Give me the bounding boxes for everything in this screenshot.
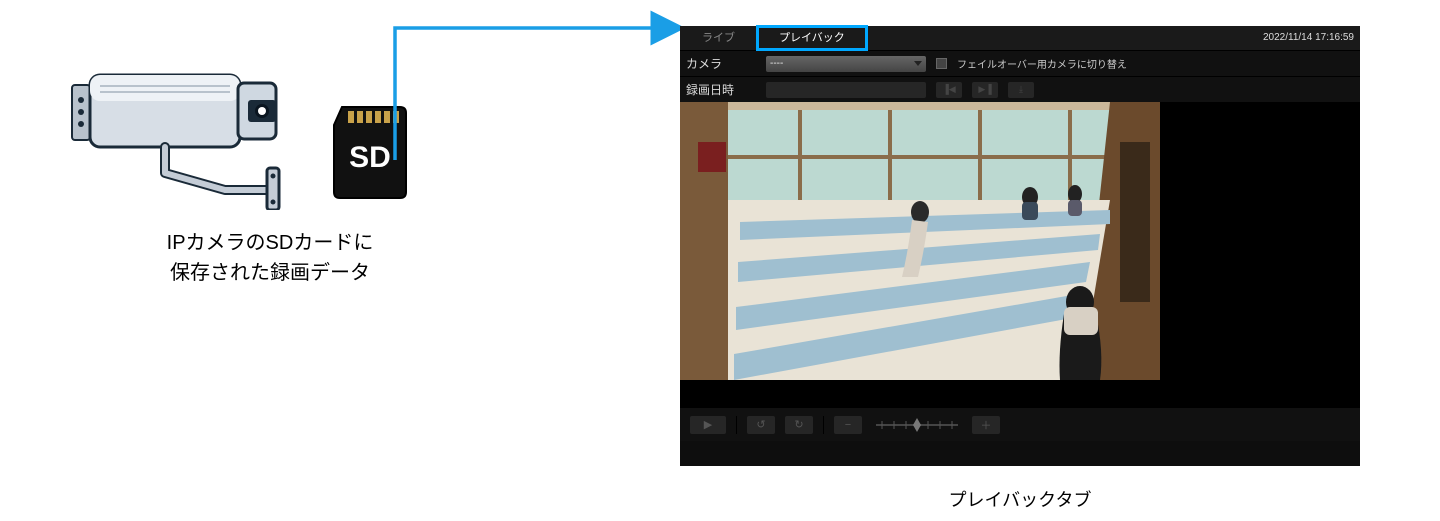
datetime-picker[interactable] (766, 82, 926, 98)
video-frame[interactable] (680, 102, 1160, 380)
panel-timestamp: 2022/11/14 17:16:59 (1263, 26, 1354, 50)
failover-label: フェイルオーバー用カメラに切り替え (957, 56, 1127, 71)
ip-camera-icon (70, 50, 300, 210)
left-diagram: SD IPカメラのSDカードに 保存された録画データ (70, 50, 470, 288)
camera-caption-line1: IPカメラのSDカードに (167, 232, 374, 254)
next-clip-button[interactable]: ▶▐ (972, 82, 998, 98)
camera-caption: IPカメラのSDカードに 保存された録画データ (100, 228, 440, 288)
video-area (680, 102, 1360, 407)
speed-plus-button[interactable]: ＋ (972, 416, 1000, 434)
step-fwd-button[interactable]: ↻ (785, 416, 813, 434)
tab-live[interactable]: ライブ (680, 26, 757, 50)
playback-panel: ライブ プレイバック 2022/11/14 17:16:59 カメラ ---- … (680, 26, 1360, 466)
failover-checkbox[interactable] (936, 58, 947, 69)
camera-label: カメラ (686, 55, 756, 72)
sd-card-icon: SD (330, 105, 410, 200)
speed-slider[interactable] (872, 416, 962, 434)
play-controls: ▶ ↺ ↻ − ＋ (680, 407, 1360, 441)
row-datetime: 録画日時 ▐◀ ▶▐ ⤓ (680, 76, 1360, 102)
separator (736, 416, 737, 434)
panel-footer (680, 441, 1360, 466)
prev-clip-button[interactable]: ▐◀ (936, 82, 962, 98)
download-button[interactable]: ⤓ (1008, 82, 1034, 98)
datetime-label: 録画日時 (686, 81, 756, 98)
step-back-button[interactable]: ↺ (747, 416, 775, 434)
separator (823, 416, 824, 434)
row-camera: カメラ ---- フェイルオーバー用カメラに切り替え (680, 50, 1360, 76)
camera-caption-line2: 保存された録画データ (170, 262, 370, 284)
sd-label-text: SD (349, 141, 391, 174)
camera-and-sd: SD (70, 50, 470, 210)
camera-dropdown[interactable]: ---- (766, 56, 926, 72)
speed-minus-button[interactable]: − (834, 416, 862, 434)
tab-bar: ライブ プレイバック 2022/11/14 17:16:59 (680, 26, 1360, 50)
play-button[interactable]: ▶ (690, 416, 726, 434)
panel-caption: プレイバックタブ (680, 486, 1360, 512)
tab-playback[interactable]: プレイバック (757, 26, 867, 50)
